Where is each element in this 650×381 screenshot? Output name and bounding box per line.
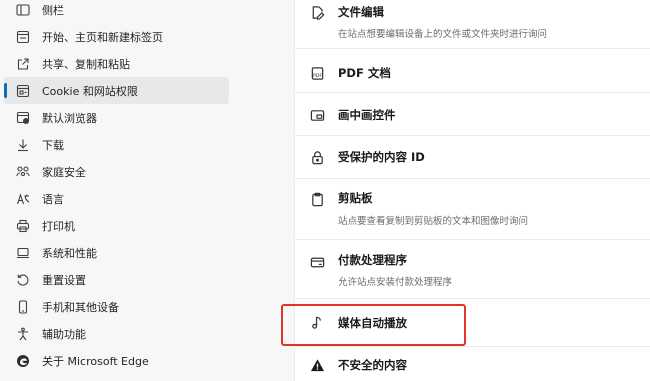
sidebar-item-cookies[interactable]: Cookie 和网站权限 [4,77,229,104]
sidebar-item-share[interactable]: 共享、复制和粘贴 [4,50,229,77]
file-edit-icon [309,4,325,20]
sidebar-item-default-browser[interactable]: 默认浏览器 [4,104,229,131]
sidebar-item-family[interactable]: 家庭安全 [4,158,229,185]
home-icon [16,30,30,44]
edge-logo-icon [16,354,30,368]
clipboard-icon [309,191,325,207]
reset-icon [16,273,30,287]
sidebar-item-printers[interactable]: 打印机 [4,212,229,239]
sidebar-item-label: 手机和其他设备 [42,300,119,314]
cookie-permissions-icon [16,84,30,98]
sidebar-item-label: 系统和性能 [42,246,97,260]
permission-title: 付款处理程序 [338,253,407,267]
sidebar-item-reset[interactable]: 重置设置 [4,266,229,293]
system-icon [16,246,30,260]
sidebar-item-label: 下载 [42,138,64,152]
permission-title: PDF 文档 [338,66,391,80]
accessibility-icon [16,327,30,341]
permission-title: 不安全的内容 [338,358,407,372]
family-icon [16,165,30,179]
language-icon [16,192,30,206]
phone-icon [16,299,30,314]
sidebar-item-label: 打印机 [42,219,75,233]
sidebar-icon [16,3,30,17]
sidebar-item-downloads[interactable]: 下载 [4,131,229,158]
permission-title: 画中画控件 [338,108,396,122]
warning-icon [309,357,325,373]
permission-protected-content[interactable]: 受保护的内容 ID [295,136,650,178]
sidebar-item-accessibility[interactable]: 辅助功能 [4,320,229,347]
sidebar-item-sidebar[interactable]: 侧栏 [4,0,229,23]
lock-icon [309,149,325,165]
sidebar-item-label: 默认浏览器 [42,111,97,125]
permission-clipboard[interactable]: 剪贴板 站点要查看复制到剪贴板的文本和图像时询问 [295,179,650,239]
permission-title: 剪贴板 [338,191,373,205]
permission-picture-in-picture[interactable]: 画中画控件 [295,93,650,135]
permission-pdf[interactable]: PDF PDF 文档 [295,49,650,92]
permission-description: 在站点想要编辑设备上的文件或文件夹时进行询问 [338,29,548,40]
permission-file-editing[interactable]: 文件编辑 在站点想要编辑设备上的文件或文件夹时进行询问 [295,0,650,48]
permission-title: 文件编辑 [338,5,384,19]
download-icon [16,138,30,152]
sidebar-item-label: 家庭安全 [42,165,86,179]
sidebar-item-label: 语言 [42,192,64,206]
sidebar-item-label: Cookie 和网站权限 [42,84,138,98]
payment-icon [309,254,325,270]
sidebar-item-label: 重置设置 [42,273,86,287]
share-icon [16,57,30,71]
sidebar-item-system[interactable]: 系统和性能 [4,239,229,266]
sidebar-item-phone[interactable]: 手机和其他设备 [4,293,229,320]
default-browser-icon [16,111,30,125]
sidebar-item-languages[interactable]: 语言 [4,185,229,212]
sidebar-item-label: 共享、复制和粘贴 [42,57,130,71]
permission-insecure-content[interactable]: 不安全的内容 [295,347,650,381]
pdf-icon: PDF [309,65,325,81]
permission-payment-handlers[interactable]: 付款处理程序 允许站点安装付款处理程序 [295,240,650,298]
highlight-box [281,304,466,346]
sidebar-item-label: 辅助功能 [42,327,86,341]
permission-title: 受保护的内容 ID [338,150,425,164]
picture-in-picture-icon [309,107,325,123]
permission-description: 站点要查看复制到剪贴板的文本和图像时询问 [338,216,529,227]
settings-sidebar: 侧栏 开始、主页和新建标签页 共享、复制和粘贴 Cookie 和网站权限 默认浏… [0,0,248,381]
svg-text:PDF: PDF [312,72,321,78]
sidebar-item-label: 关于 Microsoft Edge [42,354,149,368]
printer-icon [16,219,30,233]
sidebar-item-label: 侧栏 [42,3,64,17]
sidebar-item-about[interactable]: 关于 Microsoft Edge [4,347,229,374]
sidebar-item-start-home[interactable]: 开始、主页和新建标签页 [4,23,229,50]
sidebar-item-label: 开始、主页和新建标签页 [42,30,163,44]
permission-description: 允许站点安装付款处理程序 [338,277,453,288]
